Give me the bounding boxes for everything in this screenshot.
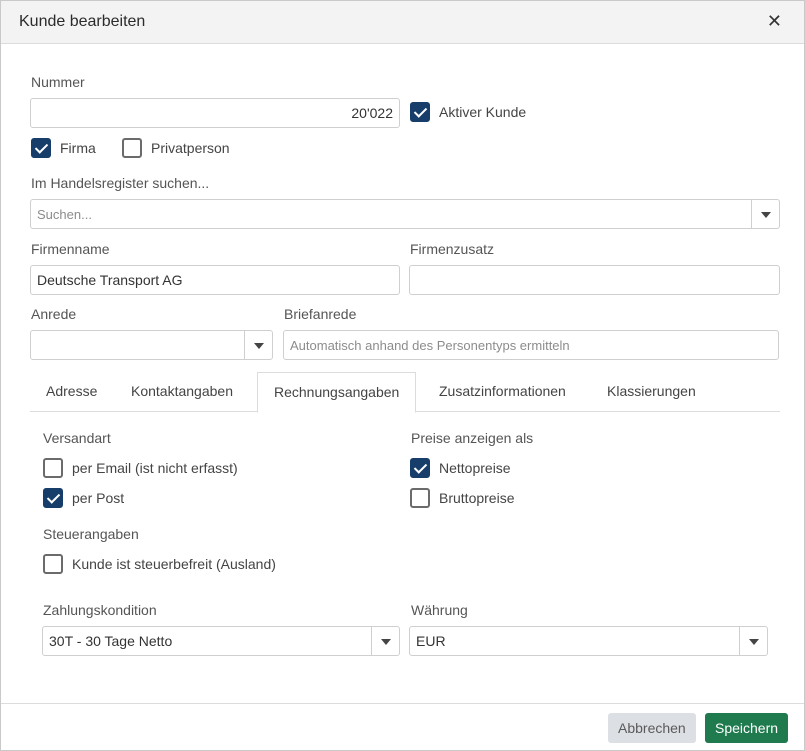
ship-post-checkbox[interactable]: per Post bbox=[43, 488, 124, 508]
company-name-input[interactable]: Deutsche Transport AG bbox=[30, 265, 400, 295]
gross-prices-checkbox[interactable]: Bruttopreise bbox=[410, 488, 514, 508]
ship-email-checkbox[interactable]: per Email (ist nicht erfasst) bbox=[43, 458, 238, 478]
salutation-label: Anrede bbox=[31, 306, 77, 322]
payment-terms-value: 30T - 30 Tage Netto bbox=[49, 633, 173, 649]
registry-search-placeholder: Suchen... bbox=[37, 207, 92, 222]
private-person-label: Privatperson bbox=[151, 140, 230, 156]
net-prices-checkbox[interactable]: Nettopreise bbox=[410, 458, 511, 478]
save-button[interactable]: Speichern bbox=[705, 713, 789, 743]
company-checkbox[interactable]: Firma bbox=[31, 138, 96, 158]
nummer-label: Nummer bbox=[31, 74, 85, 90]
chevron-down-icon[interactable] bbox=[739, 627, 767, 655]
chevron-down-icon[interactable] bbox=[244, 331, 272, 359]
active-customer-checkbox[interactable]: Aktiver Kunde bbox=[410, 102, 526, 122]
price-display-label: Preise anzeigen als bbox=[411, 430, 534, 446]
checkbox-unchecked-icon bbox=[43, 554, 63, 574]
shipping-method-label: Versandart bbox=[43, 430, 111, 446]
cancel-button[interactable]: Abbrechen bbox=[608, 713, 696, 743]
checkbox-unchecked-icon bbox=[410, 488, 430, 508]
close-icon[interactable]: ✕ bbox=[767, 11, 782, 32]
active-customer-label: Aktiver Kunde bbox=[439, 104, 527, 120]
tax-exempt-checkbox[interactable]: Kunde ist steuerbefreit (Ausland) bbox=[43, 554, 276, 574]
tab-adresse[interactable]: Adresse bbox=[30, 372, 113, 412]
payment-terms-label: Zahlungskondition bbox=[43, 602, 157, 618]
currency-select[interactable]: EUR bbox=[409, 626, 768, 656]
net-prices-label: Nettopreise bbox=[439, 460, 511, 476]
letter-salutation-label: Briefanrede bbox=[284, 306, 357, 322]
currency-value: EUR bbox=[416, 633, 446, 649]
tax-exempt-label: Kunde ist steuerbefreit (Ausland) bbox=[72, 556, 276, 572]
tab-kontaktangaben[interactable]: Kontaktangaben bbox=[115, 372, 249, 412]
tab-rechnungsangaben[interactable]: Rechnungsangaben bbox=[257, 372, 417, 413]
company-suffix-input[interactable] bbox=[409, 265, 780, 295]
company-name-label: Firmenname bbox=[31, 241, 110, 257]
checkbox-unchecked-icon bbox=[43, 458, 63, 478]
registry-search-select[interactable]: Suchen... bbox=[30, 199, 780, 229]
registry-search-label: Im Handelsregister suchen... bbox=[31, 175, 210, 191]
tab-bar: Adresse Kontaktangaben Rechnungsangaben … bbox=[30, 372, 780, 413]
checkbox-checked-icon bbox=[43, 488, 63, 508]
private-person-checkbox[interactable]: Privatperson bbox=[122, 138, 230, 158]
currency-label: Währung bbox=[411, 602, 468, 618]
tab-klassierungen[interactable]: Klassierungen bbox=[591, 372, 712, 412]
dialog-header: Kunde bearbeiten ✕ bbox=[1, 1, 804, 44]
letter-salutation-input[interactable]: Automatisch anhand des Personentyps ermi… bbox=[283, 330, 779, 360]
chevron-down-icon[interactable] bbox=[371, 627, 399, 655]
chevron-down-icon[interactable] bbox=[751, 200, 779, 228]
company-suffix-label: Firmenzusatz bbox=[410, 241, 495, 257]
tab-zusatzinformationen[interactable]: Zusatzinformationen bbox=[423, 372, 582, 412]
edit-customer-dialog: Kunde bearbeiten ✕ Nummer 20'022 Aktiver… bbox=[0, 0, 805, 751]
ship-post-label: per Post bbox=[72, 490, 125, 506]
gross-prices-label: Bruttopreise bbox=[439, 490, 515, 506]
checkbox-unchecked-icon bbox=[122, 138, 142, 158]
dialog-title: Kunde bearbeiten bbox=[19, 13, 146, 30]
company-label: Firma bbox=[60, 140, 96, 156]
checkbox-checked-icon bbox=[31, 138, 51, 158]
salutation-select[interactable] bbox=[30, 330, 273, 360]
checkbox-checked-icon bbox=[410, 102, 430, 122]
tax-info-label: Steuerangaben bbox=[43, 526, 139, 542]
checkbox-checked-icon bbox=[410, 458, 430, 478]
letter-salutation-placeholder: Automatisch anhand des Personentyps ermi… bbox=[290, 338, 570, 353]
payment-terms-select[interactable]: 30T - 30 Tage Netto bbox=[42, 626, 400, 656]
dialog-footer: Abbrechen Speichern bbox=[1, 703, 804, 751]
nummer-input[interactable]: 20'022 bbox=[30, 98, 400, 128]
ship-email-label: per Email (ist nicht erfasst) bbox=[72, 460, 238, 476]
